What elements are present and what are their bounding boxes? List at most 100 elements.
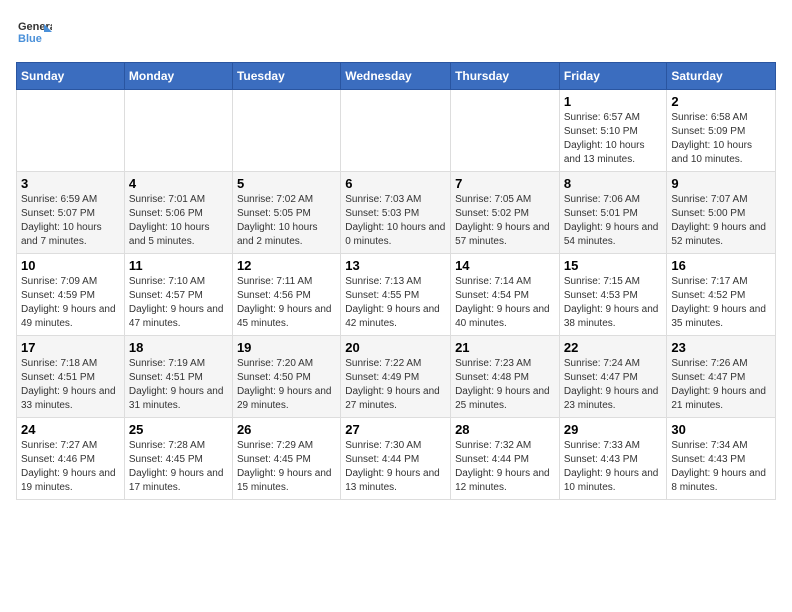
day-info: Sunrise: 6:58 AM Sunset: 5:09 PM Dayligh… — [671, 111, 771, 167]
day-number: 21 — [455, 340, 555, 355]
calendar-cell: 9 Sunrise: 7:07 AM Sunset: 5:00 PM Daylig… — [667, 172, 776, 254]
day-number: 15 — [564, 258, 663, 273]
calendar-cell: 24 Sunrise: 7:27 AM Sunset: 4:46 PM Dayli… — [17, 418, 125, 500]
calendar-cell: 19 Sunrise: 7:20 AM Sunset: 4:50 PM Dayli… — [232, 336, 340, 418]
day-info: Sunrise: 7:15 AM Sunset: 4:53 PM Dayligh… — [564, 275, 663, 331]
calendar-cell: 20 Sunrise: 7:22 AM Sunset: 4:49 PM Dayli… — [341, 336, 451, 418]
calendar-cell: 30 Sunrise: 7:34 AM Sunset: 4:43 PM Dayli… — [667, 418, 776, 500]
calendar-week-3: 10 Sunrise: 7:09 AM Sunset: 4:59 PM Dayli… — [17, 254, 776, 336]
calendar-week-2: 3 Sunrise: 6:59 AM Sunset: 5:07 PM Daylig… — [17, 172, 776, 254]
day-info: Sunrise: 7:20 AM Sunset: 4:50 PM Dayligh… — [237, 357, 336, 413]
day-info: Sunrise: 7:07 AM Sunset: 5:00 PM Dayligh… — [671, 193, 771, 249]
calendar-cell: 27 Sunrise: 7:30 AM Sunset: 4:44 PM Dayli… — [341, 418, 451, 500]
day-number: 13 — [345, 258, 446, 273]
calendar-cell: 21 Sunrise: 7:23 AM Sunset: 4:48 PM Dayli… — [451, 336, 560, 418]
day-info: Sunrise: 7:22 AM Sunset: 4:49 PM Dayligh… — [345, 357, 446, 413]
day-info: Sunrise: 7:30 AM Sunset: 4:44 PM Dayligh… — [345, 439, 446, 495]
day-info: Sunrise: 7:34 AM Sunset: 4:43 PM Dayligh… — [671, 439, 771, 495]
day-info: Sunrise: 7:06 AM Sunset: 5:01 PM Dayligh… — [564, 193, 663, 249]
calendar-week-5: 24 Sunrise: 7:27 AM Sunset: 4:46 PM Dayli… — [17, 418, 776, 500]
calendar-cell: 13 Sunrise: 7:13 AM Sunset: 4:55 PM Dayli… — [341, 254, 451, 336]
calendar-cell: 14 Sunrise: 7:14 AM Sunset: 4:54 PM Dayli… — [451, 254, 560, 336]
day-info: Sunrise: 7:28 AM Sunset: 4:45 PM Dayligh… — [129, 439, 228, 495]
calendar-cell: 3 Sunrise: 6:59 AM Sunset: 5:07 PM Daylig… — [17, 172, 125, 254]
day-number: 22 — [564, 340, 663, 355]
day-number: 3 — [21, 176, 120, 191]
calendar-cell: 18Sunrise: 7:19 AM Sunset: 4:51 PM Dayli… — [124, 336, 232, 418]
day-info: Sunrise: 7:03 AM Sunset: 5:03 PM Dayligh… — [345, 193, 446, 249]
day-number: 25 — [129, 422, 228, 437]
calendar-cell: 28Sunrise: 7:32 AM Sunset: 4:44 PM Dayli… — [451, 418, 560, 500]
day-number: 24 — [21, 422, 120, 437]
day-number: 11 — [129, 258, 228, 273]
day-number: 23 — [671, 340, 771, 355]
day-number: 8 — [564, 176, 663, 191]
calendar-cell: 26 Sunrise: 7:29 AM Sunset: 4:45 PM Dayli… — [232, 418, 340, 500]
calendar-header: SundayMondayTuesdayWednesdayThursdayFrid… — [17, 63, 776, 90]
day-number: 9 — [671, 176, 771, 191]
day-info: Sunrise: 7:32 AM Sunset: 4:44 PM Dayligh… — [455, 439, 555, 495]
day-number: 30 — [671, 422, 771, 437]
calendar-cell: 23 Sunrise: 7:26 AM Sunset: 4:47 PM Dayli… — [667, 336, 776, 418]
calendar-cell — [341, 90, 451, 172]
day-info: Sunrise: 7:13 AM Sunset: 4:55 PM Dayligh… — [345, 275, 446, 331]
day-number: 2 — [671, 94, 771, 109]
calendar-cell: 17 Sunrise: 7:18 AM Sunset: 4:51 PM Dayli… — [17, 336, 125, 418]
day-number: 10 — [21, 258, 120, 273]
calendar-cell: 8 Sunrise: 7:06 AM Sunset: 5:01 PM Daylig… — [559, 172, 667, 254]
day-header-thursday: Thursday — [451, 63, 560, 90]
logo: General Blue — [16, 16, 52, 52]
day-header-sunday: Sunday — [17, 63, 125, 90]
day-number: 19 — [237, 340, 336, 355]
day-number: 5 — [237, 176, 336, 191]
day-number: 17 — [21, 340, 120, 355]
day-number: 6 — [345, 176, 446, 191]
day-header-saturday: Saturday — [667, 63, 776, 90]
day-info: Sunrise: 6:59 AM Sunset: 5:07 PM Dayligh… — [21, 193, 120, 249]
day-number: 1 — [564, 94, 663, 109]
calendar-cell: 2 Sunrise: 6:58 AM Sunset: 5:09 PM Daylig… — [667, 90, 776, 172]
calendar-cell: 22Sunrise: 7:24 AM Sunset: 4:47 PM Dayli… — [559, 336, 667, 418]
day-number: 26 — [237, 422, 336, 437]
calendar-cell: 6 Sunrise: 7:03 AM Sunset: 5:03 PM Daylig… — [341, 172, 451, 254]
day-number: 16 — [671, 258, 771, 273]
day-header-monday: Monday — [124, 63, 232, 90]
day-number: 7 — [455, 176, 555, 191]
calendar-cell — [124, 90, 232, 172]
calendar-cell: 15 Sunrise: 7:15 AM Sunset: 4:53 PM Dayli… — [559, 254, 667, 336]
calendar-cell: 4Sunrise: 7:01 AM Sunset: 5:06 PM Daylig… — [124, 172, 232, 254]
day-info: Sunrise: 7:02 AM Sunset: 5:05 PM Dayligh… — [237, 193, 336, 249]
day-number: 14 — [455, 258, 555, 273]
calendar-week-1: 1Sunrise: 6:57 AM Sunset: 5:10 PM Daylig… — [17, 90, 776, 172]
day-info: Sunrise: 7:18 AM Sunset: 4:51 PM Dayligh… — [21, 357, 120, 413]
calendar-cell: 11 Sunrise: 7:10 AM Sunset: 4:57 PM Dayli… — [124, 254, 232, 336]
header: General Blue — [16, 16, 776, 52]
logo-icon: General Blue — [16, 16, 52, 52]
day-number: 29 — [564, 422, 663, 437]
calendar-cell — [17, 90, 125, 172]
day-header-friday: Friday — [559, 63, 667, 90]
day-info: Sunrise: 7:10 AM Sunset: 4:57 PM Dayligh… — [129, 275, 228, 331]
day-info: Sunrise: 7:14 AM Sunset: 4:54 PM Dayligh… — [455, 275, 555, 331]
calendar-week-4: 17 Sunrise: 7:18 AM Sunset: 4:51 PM Dayli… — [17, 336, 776, 418]
calendar-cell: 25 Sunrise: 7:28 AM Sunset: 4:45 PM Dayli… — [124, 418, 232, 500]
calendar-cell — [451, 90, 560, 172]
day-number: 18 — [129, 340, 228, 355]
day-number: 20 — [345, 340, 446, 355]
calendar-cell: 12Sunrise: 7:11 AM Sunset: 4:56 PM Dayli… — [232, 254, 340, 336]
day-number: 27 — [345, 422, 446, 437]
calendar-cell: 16Sunrise: 7:17 AM Sunset: 4:52 PM Dayli… — [667, 254, 776, 336]
calendar-table: SundayMondayTuesdayWednesdayThursdayFrid… — [16, 62, 776, 500]
day-info: Sunrise: 7:29 AM Sunset: 4:45 PM Dayligh… — [237, 439, 336, 495]
day-info: Sunrise: 7:26 AM Sunset: 4:47 PM Dayligh… — [671, 357, 771, 413]
day-info: Sunrise: 7:11 AM Sunset: 4:56 PM Dayligh… — [237, 275, 336, 331]
day-info: Sunrise: 7:23 AM Sunset: 4:48 PM Dayligh… — [455, 357, 555, 413]
day-info: Sunrise: 7:09 AM Sunset: 4:59 PM Dayligh… — [21, 275, 120, 331]
day-info: Sunrise: 7:01 AM Sunset: 5:06 PM Dayligh… — [129, 193, 228, 249]
calendar-cell — [232, 90, 340, 172]
day-header-tuesday: Tuesday — [232, 63, 340, 90]
calendar-cell: 7Sunrise: 7:05 AM Sunset: 5:02 PM Daylig… — [451, 172, 560, 254]
calendar-cell: 5 Sunrise: 7:02 AM Sunset: 5:05 PM Daylig… — [232, 172, 340, 254]
day-info: Sunrise: 7:27 AM Sunset: 4:46 PM Dayligh… — [21, 439, 120, 495]
svg-text:Blue: Blue — [18, 33, 42, 45]
